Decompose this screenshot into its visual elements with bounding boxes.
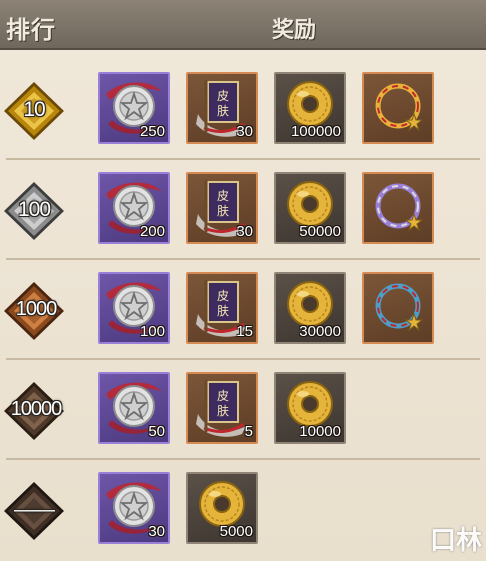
item-quantity: 10000 bbox=[299, 423, 341, 440]
reward-row: —— 30 5000 bbox=[0, 460, 486, 560]
rank-label: 10000 bbox=[10, 398, 63, 420]
item-quantity: 5000 bbox=[219, 523, 253, 540]
skin-banner-item[interactable]: 皮 肤 30 bbox=[186, 172, 258, 244]
item-quantity: 5 bbox=[244, 423, 253, 440]
rank-label: 100 bbox=[17, 198, 51, 221]
reward-column-header: 奖励 bbox=[272, 17, 317, 43]
svg-text:皮: 皮 bbox=[217, 289, 229, 303]
reward-table-panel: 排行 奖励 10 250 皮 肤 30 100000 100 200 皮 肤 3… bbox=[0, 0, 486, 561]
rank-badge-dark: —— bbox=[2, 480, 66, 542]
table-header: 排行 奖励 bbox=[0, 0, 486, 50]
item-quantity: 200 bbox=[139, 223, 165, 240]
silver-coin-item[interactable]: 30 bbox=[98, 472, 170, 544]
svg-text:皮: 皮 bbox=[217, 189, 229, 203]
reward-row: 10 250 皮 肤 30 100000 bbox=[0, 60, 486, 160]
gold-coin-item[interactable]: 30000 bbox=[274, 272, 346, 344]
item-quantity: 30 bbox=[236, 123, 253, 140]
item-quantity: 30000 bbox=[299, 323, 341, 340]
item-quantity: 15 bbox=[236, 323, 253, 340]
rank-label: —— bbox=[14, 498, 55, 521]
item-quantity: 250 bbox=[139, 123, 165, 140]
silver-coin-item[interactable]: 50 bbox=[98, 372, 170, 444]
ring-purple-item[interactable] bbox=[362, 172, 434, 244]
item-quantity: 50 bbox=[148, 423, 165, 440]
svg-text:皮: 皮 bbox=[217, 89, 229, 103]
reward-row: 1000 100 皮 肤 15 30000 bbox=[0, 260, 486, 360]
item-quantity: 30 bbox=[236, 223, 253, 240]
rank-badge-brown: 10000 bbox=[2, 380, 66, 442]
ring-blue-item[interactable] bbox=[362, 272, 434, 344]
gold-coin-item[interactable]: 100000 bbox=[274, 72, 346, 144]
rank-badge-silver: 100 bbox=[2, 180, 66, 242]
gold-coin-item[interactable]: 5000 bbox=[186, 472, 258, 544]
reward-row: 10000 50 皮 肤 5 10000 bbox=[0, 360, 486, 460]
svg-text:皮: 皮 bbox=[217, 389, 229, 403]
silver-coin-item[interactable]: 250 bbox=[98, 72, 170, 144]
silver-coin-item[interactable]: 100 bbox=[98, 272, 170, 344]
rank-badge-bronze: 1000 bbox=[2, 280, 66, 342]
item-quantity: 100000 bbox=[290, 123, 341, 140]
reward-row: 100 200 皮 肤 30 50000 bbox=[0, 160, 486, 260]
ring-gold-item[interactable] bbox=[362, 72, 434, 144]
rank-label: 10 bbox=[23, 98, 45, 121]
item-quantity: 100 bbox=[139, 323, 165, 340]
rank-column-header: 排行 bbox=[6, 15, 56, 44]
svg-text:肤: 肤 bbox=[217, 203, 229, 218]
rank-badge-gold: 10 bbox=[2, 80, 66, 142]
gold-coin-item[interactable]: 50000 bbox=[274, 172, 346, 244]
skin-banner-item[interactable]: 皮 肤 5 bbox=[186, 372, 258, 444]
svg-text:肤: 肤 bbox=[217, 403, 229, 418]
skin-banner-item[interactable]: 皮 肤 30 bbox=[186, 72, 258, 144]
svg-text:肤: 肤 bbox=[217, 103, 229, 118]
item-quantity: 30 bbox=[148, 523, 165, 540]
item-quantity: 50000 bbox=[299, 223, 341, 240]
silver-coin-item[interactable]: 200 bbox=[98, 172, 170, 244]
skin-banner-item[interactable]: 皮 肤 15 bbox=[186, 272, 258, 344]
watermark: 口林 bbox=[429, 526, 482, 556]
rank-label: 1000 bbox=[15, 298, 58, 320]
svg-text:肤: 肤 bbox=[217, 303, 229, 318]
gold-coin-item[interactable]: 10000 bbox=[274, 372, 346, 444]
